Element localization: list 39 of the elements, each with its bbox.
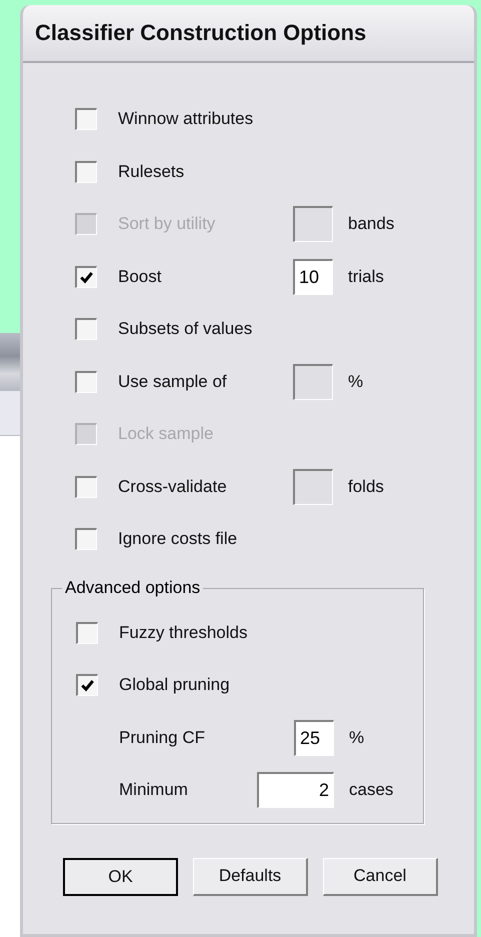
check-icon: [79, 270, 94, 285]
option-label: Use sample of: [118, 372, 228, 392]
unit-label: %: [348, 372, 364, 392]
unit-label: cases: [349, 780, 394, 800]
option-label: Cross-validate: [118, 476, 228, 497]
option-label: Sort by utility: [118, 214, 216, 234]
dialog-button[interactable]: Cancel: [323, 858, 438, 896]
window-titlebar: [0, 333, 20, 391]
checkbox[interactable]: [75, 528, 97, 550]
checkbox[interactable]: [75, 266, 97, 288]
unit-label: trials: [348, 266, 384, 287]
dialog-button[interactable]: Defaults: [193, 858, 308, 896]
option-label: Subsets of values: [118, 319, 254, 340]
option-label: Fuzzy thresholds: [119, 622, 248, 643]
option-label: Ignore costs file: [118, 529, 238, 550]
checkbox[interactable]: [75, 476, 97, 498]
checkbox[interactable]: [75, 108, 97, 130]
option-label: Lock sample: [118, 424, 214, 444]
checkbox[interactable]: [76, 622, 98, 644]
option-label: Boost: [118, 266, 162, 287]
group-title: Advanced options: [62, 578, 204, 598]
check-icon: [80, 678, 95, 694]
option-label: Pruning CF: [119, 728, 206, 748]
dialog-button[interactable]: OK: [63, 858, 178, 896]
option-label: Global pruning: [119, 675, 231, 696]
option-label: Winnow attributes: [118, 109, 254, 130]
option-label: Rulesets: [118, 162, 186, 182]
input-field[interactable]: 2: [257, 772, 334, 808]
checkbox[interactable]: [75, 370, 97, 393]
option-label: Minimum: [119, 780, 189, 800]
unit-label: folds: [348, 476, 384, 497]
input-field[interactable]: 25: [294, 720, 334, 756]
unit-label: %: [349, 728, 364, 748]
checkbox[interactable]: [75, 318, 97, 340]
unit-label: bands: [348, 214, 394, 234]
input-field[interactable]: 10: [293, 258, 333, 295]
checkbox[interactable]: [76, 674, 98, 696]
checkbox[interactable]: [75, 160, 97, 183]
window-title: Classifier Construction Options: [35, 20, 366, 46]
